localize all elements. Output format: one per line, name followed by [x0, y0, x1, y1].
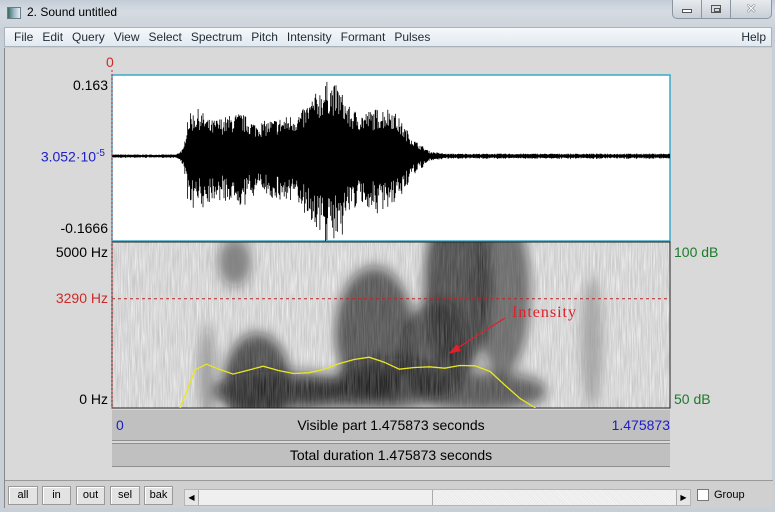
- zoom-back-button[interactable]: bak: [144, 486, 173, 505]
- menu-edit[interactable]: Edit: [33, 30, 63, 44]
- waveform-ymin-label: -0.1666: [60, 220, 108, 236]
- intensity-dbmin-label: 50 dB: [674, 391, 711, 407]
- menu-intensity[interactable]: Intensity: [278, 30, 332, 44]
- bottom-toolbar: all in out sel bak ◀ ▶ Group: [5, 480, 773, 508]
- group-checkbox[interactable]: [697, 489, 709, 501]
- visible-end-time: 1.475873: [611, 417, 670, 433]
- sound-editor-area: 0 0.163 3.052·10-5 -0.1666 5000 Hz 3290 …: [4, 48, 773, 508]
- menu-bar: File Edit Query View Select Spectrum Pit…: [4, 27, 772, 47]
- menu-help[interactable]: Help: [732, 30, 771, 44]
- intensity-annotation: Intensity: [512, 304, 577, 321]
- zoom-all-button[interactable]: all: [8, 486, 38, 505]
- cursor-time-label: 0: [106, 54, 114, 70]
- scroll-left-arrow-icon[interactable]: ◀: [185, 490, 199, 505]
- visible-part-label: Visible part 1.475873 seconds: [297, 417, 485, 433]
- maximize-button[interactable]: [702, 0, 732, 18]
- zoom-out-button[interactable]: out: [76, 486, 105, 505]
- zoom-selection-button[interactable]: sel: [110, 486, 140, 505]
- waveform-ymid-exponent: -5: [96, 148, 105, 159]
- spectrogram-fcursor-label: 3290 Hz: [55, 290, 108, 306]
- visible-part-bar[interactable]: 0 Visible part 1.475873 seconds 1.475873: [112, 410, 670, 441]
- waveform-ymid-mantissa: 3.052·10: [40, 148, 97, 165]
- waveform-ymid-label: 3.052·10-5: [41, 148, 105, 165]
- menu-file[interactable]: File: [5, 30, 33, 44]
- menu-select[interactable]: Select: [140, 30, 182, 44]
- menu-formant[interactable]: Formant: [332, 30, 386, 44]
- waveform-ymax-label: 0.163: [72, 77, 108, 93]
- minimize-button[interactable]: [673, 0, 703, 18]
- scroll-right-arrow-icon[interactable]: ▶: [676, 490, 690, 505]
- spectrogram-fmin-label: 0 Hz: [79, 391, 108, 407]
- horizontal-scrollbar[interactable]: ◀ ▶: [184, 489, 691, 506]
- spectrogram-fmax-label: 5000 Hz: [55, 244, 108, 260]
- close-icon: ✕: [745, 1, 757, 16]
- group-label: Group: [714, 489, 745, 501]
- intensity-dbmax-label: 100 dB: [674, 244, 719, 260]
- menu-pitch[interactable]: Pitch: [242, 30, 278, 44]
- app-icon: [7, 7, 21, 19]
- menu-pulses[interactable]: Pulses: [385, 30, 430, 44]
- total-duration-label: Total duration 1.475873 seconds: [289, 447, 493, 463]
- window-title: 2. Sound untitled: [27, 5, 118, 19]
- scrollbar-thumb[interactable]: [201, 490, 433, 505]
- close-button[interactable]: ✕: [731, 0, 771, 18]
- minimize-icon: [682, 9, 693, 13]
- zoom-in-button[interactable]: in: [42, 486, 71, 505]
- menu-view[interactable]: View: [105, 30, 140, 44]
- menu-spectrum[interactable]: Spectrum: [182, 30, 242, 44]
- window-controls: ✕: [672, 0, 772, 19]
- title-bar: 2. Sound untitled ✕: [0, 0, 775, 28]
- total-duration-bar[interactable]: Total duration 1.475873 seconds: [112, 443, 670, 467]
- maximize-icon: [711, 5, 722, 13]
- menu-query[interactable]: Query: [63, 30, 105, 44]
